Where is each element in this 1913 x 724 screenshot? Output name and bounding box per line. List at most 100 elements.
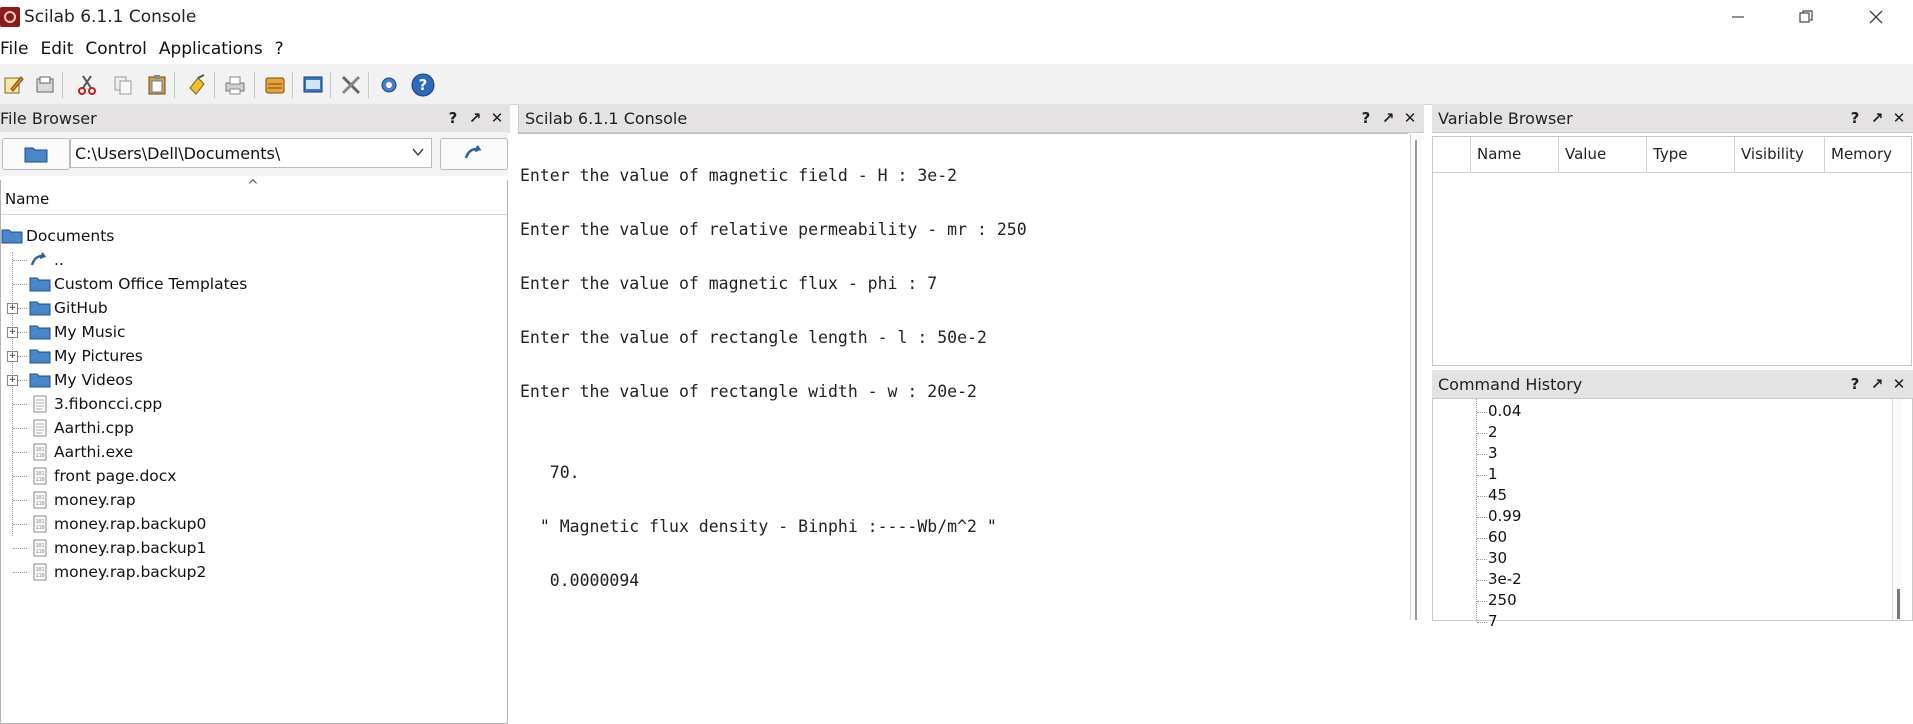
tree-item[interactable]: 3.fiboncci.cpp [29, 392, 162, 416]
console-line: Enter the value of rectangle length - l … [520, 328, 987, 347]
tree-item[interactable]: Custom Office Templates [29, 272, 247, 296]
console-line: " Magnetic flux density - Binphi :----Wb… [520, 517, 997, 536]
vb-col-visibility[interactable]: Visibility [1735, 137, 1825, 173]
tree-item[interactable]: 101 110 Aarthi.exe [29, 440, 133, 464]
print-button[interactable] [222, 72, 248, 98]
history-entry[interactable]: 0.99 [1488, 507, 1521, 528]
svg-text:110: 110 [35, 525, 44, 531]
binary-file-icon: 101110 [33, 491, 47, 509]
binary-file-icon: 101110 [33, 467, 47, 485]
variable-browser-close-button[interactable]: ✕ [1890, 109, 1908, 127]
tree-item[interactable]: My Videos [29, 368, 133, 392]
refresh-arrow-icon [464, 145, 482, 159]
clear-console-icon [189, 74, 205, 95]
history-entry[interactable]: 1 [1488, 465, 1498, 486]
expand-toggle-icon[interactable]: + [7, 327, 18, 338]
new-script-button[interactable] [0, 72, 26, 98]
tree-root-documents[interactable]: Documents [1, 224, 114, 248]
help-button[interactable]: ? [410, 72, 436, 98]
variable-browser-help-button[interactable]: ? [1846, 109, 1864, 127]
menu-help[interactable]: ? [269, 39, 290, 59]
history-entry[interactable]: 45 [1488, 486, 1507, 507]
tree-item-label: Documents [26, 227, 115, 245]
tree-item[interactable]: GitHub [29, 296, 108, 320]
console-line: Enter the value of relative permeability… [520, 220, 1027, 239]
tree-item[interactable]: 101 110 money.rap.backup0 [29, 512, 206, 536]
vb-col-type[interactable]: Type [1647, 137, 1735, 173]
console-scrollbar[interactable] [1410, 134, 1421, 620]
menu-file[interactable]: File [0, 39, 34, 59]
console-title: Scilab 6.1.1 Console [525, 109, 688, 128]
expand-toggle-icon[interactable]: + [7, 351, 18, 362]
command-history-close-button[interactable]: ✕ [1890, 375, 1908, 393]
file-browser-help-button[interactable]: ? [444, 109, 462, 127]
tree-item[interactable]: 101 110 money.rap.backup2 [29, 560, 206, 584]
tree-item-label: GitHub [54, 299, 108, 317]
close-button[interactable] [1846, 0, 1906, 34]
console-close-button[interactable]: ✕ [1401, 109, 1419, 127]
tree-item[interactable]: 101 110 front page.docx [29, 464, 176, 488]
menu-edit[interactable]: Edit [34, 39, 79, 59]
binary-file-icon: 101110 [33, 563, 47, 581]
history-entry[interactable]: 3e-2 [1488, 570, 1522, 591]
go-to-path-button[interactable] [440, 138, 508, 170]
history-scroll-thumb[interactable] [1897, 589, 1900, 619]
open-folder-button[interactable] [262, 72, 288, 98]
console-header: Scilab 6.1.1 Console ? ↗ ✕ [518, 104, 1424, 133]
console-line: 0.0000094 [520, 571, 640, 590]
console-undock-button[interactable]: ↗ [1379, 109, 1397, 127]
vb-col-value[interactable]: Value [1559, 137, 1647, 173]
file-browser-title: File Browser [0, 109, 97, 128]
tree-item[interactable]: Aarthi.cpp [29, 416, 134, 440]
vb-col-memory[interactable]: Memory [1825, 137, 1911, 173]
tree-item-label: money.rap.backup0 [54, 515, 207, 533]
tree-item[interactable]: .. [29, 248, 64, 272]
restore-button[interactable] [1776, 0, 1836, 34]
name-column-header[interactable]: ^ Name [1, 178, 507, 215]
command-history-undock-button[interactable]: ↗ [1868, 375, 1886, 393]
expand-toggle-icon[interactable]: + [7, 375, 18, 386]
clear-console-button[interactable] [184, 72, 210, 98]
tree-item-label: 3.fiboncci.cpp [54, 395, 163, 413]
tree-item-label: .. [54, 251, 64, 269]
history-entry[interactable]: 30 [1488, 549, 1507, 570]
preferences-button[interactable] [376, 72, 402, 98]
binary-file-icon: 101110 [33, 515, 47, 533]
cut-button[interactable] [74, 72, 100, 98]
cut-icon [78, 75, 96, 95]
path-combobox[interactable]: C:\Users\Dell\Documents\ [70, 138, 432, 168]
tree-item[interactable]: 101 110 money.rap [29, 488, 136, 512]
paste-button[interactable] [144, 72, 170, 98]
history-entry[interactable]: 0.04 [1488, 402, 1521, 423]
file-browser-undock-button[interactable]: ↗ [466, 109, 484, 127]
tree-item[interactable]: My Pictures [29, 344, 143, 368]
copy-icon [114, 76, 132, 95]
module-manager-button[interactable] [338, 72, 364, 98]
history-entry[interactable]: 7 [1488, 612, 1498, 633]
file-browser-close-button[interactable]: ✕ [488, 109, 506, 127]
vb-col-name[interactable]: Name [1471, 137, 1559, 173]
console-scroll-thumb[interactable] [1415, 140, 1417, 620]
menu-applications[interactable]: Applications [153, 39, 269, 59]
history-entry[interactable]: 3 [1488, 444, 1498, 465]
select-directory-button[interactable] [2, 138, 70, 170]
history-entry[interactable]: 250 [1488, 591, 1517, 612]
copy-button[interactable] [110, 72, 136, 98]
console-line: Enter the value of rectangle width - w :… [520, 382, 977, 401]
menu-control[interactable]: Control [79, 39, 152, 59]
minimize-button[interactable] [1708, 0, 1768, 34]
console-output[interactable] [518, 133, 1408, 621]
variable-browser-undock-button[interactable]: ↗ [1868, 109, 1886, 127]
vb-col-icon[interactable] [1433, 137, 1471, 173]
history-scrollbar[interactable] [1892, 399, 1903, 620]
tree-item[interactable]: My Music [29, 320, 126, 344]
open-file-button[interactable] [32, 72, 58, 98]
command-history-help-button[interactable]: ? [1846, 375, 1864, 393]
console-help-button[interactable]: ? [1357, 109, 1375, 127]
variable-editor-button[interactable] [300, 72, 326, 98]
expand-toggle-icon[interactable]: + [7, 303, 18, 314]
history-entry[interactable]: 2 [1488, 423, 1498, 444]
tree-item[interactable]: 101 110 money.rap.backup1 [29, 536, 206, 560]
history-entry[interactable]: 60 [1488, 528, 1507, 549]
svg-text:110: 110 [35, 501, 44, 507]
